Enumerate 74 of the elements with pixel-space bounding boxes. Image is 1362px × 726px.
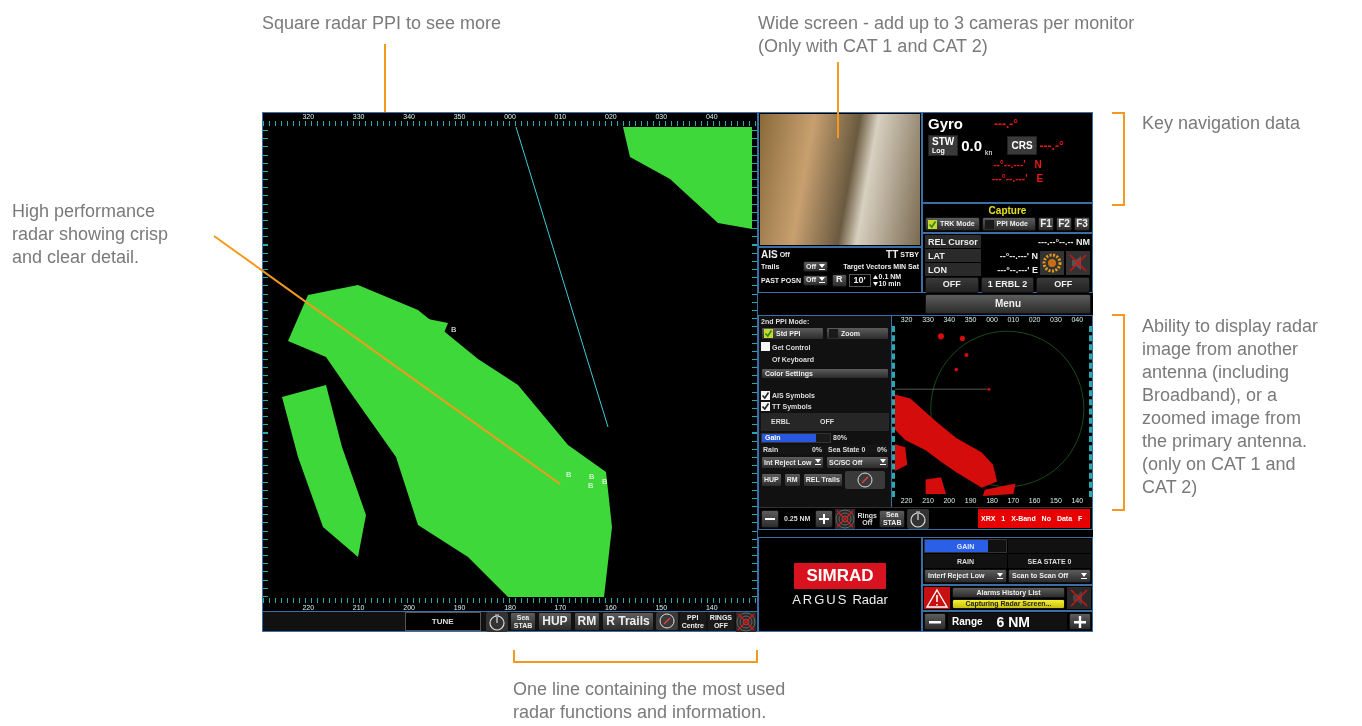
product-name: ARGUS [792, 591, 849, 607]
erbl-button[interactable]: OFF [925, 277, 979, 293]
target-label: B [588, 481, 594, 490]
caret-icon [1081, 573, 1087, 579]
range-down-button[interactable] [924, 613, 946, 630]
callout-text: Key navigation data [1142, 112, 1301, 135]
caret-icon [997, 573, 1003, 579]
ais-title: AIS [761, 249, 778, 260]
zoom-in-button[interactable] [815, 509, 834, 528]
leader-line [384, 43, 386, 113]
crossed-rings-icon[interactable] [835, 508, 856, 529]
zoom-out-button[interactable] [761, 509, 779, 528]
callout-text: Wide screen - add up to 3 cameras per monitor (Only with CAT 1 and CAT 2) [758, 12, 1135, 58]
mode-button[interactable]: HUP [538, 612, 572, 631]
down-arrow-icon[interactable] [872, 281, 878, 286]
stw-value: 0.0 [961, 137, 983, 154]
capture-title: Capture [988, 205, 1027, 216]
longitude-hemisphere: E [1036, 173, 1044, 184]
cursor-label[interactable]: REL Cursor [925, 235, 981, 248]
target-label: B [566, 470, 572, 479]
function-key[interactable]: F2 [1056, 217, 1072, 231]
crs-value: ---.-° [1039, 138, 1064, 153]
callout-text: One line containing the most used radar functions and information. [513, 678, 786, 724]
gauge-icon[interactable] [655, 612, 678, 630]
caret-icon [815, 459, 821, 466]
erbl-button[interactable]: OFF [1036, 277, 1090, 293]
crs-button[interactable]: CRS [1007, 136, 1037, 155]
mode-button[interactable]: R Trails [602, 612, 654, 631]
callout-text: Square radar PPI to see more [262, 12, 502, 35]
brand-logo: SIMRAD [794, 562, 886, 589]
heading-label: Gyro [928, 115, 963, 132]
longitude-label[interactable]: LON [925, 263, 981, 276]
menu-button[interactable]: Menu [925, 294, 1091, 314]
range-up-button[interactable] [1069, 613, 1091, 630]
caret-icon [880, 459, 886, 466]
up-arrow-icon[interactable] [872, 274, 878, 279]
crossed-rings-icon[interactable] [736, 612, 756, 632]
callout-text: High performance radar showing crisp and clear detail. [12, 200, 169, 269]
function-key[interactable]: F3 [1074, 217, 1090, 231]
longitude-value: ---°--.---' [991, 173, 1028, 184]
checkbox[interactable] [761, 390, 770, 400]
gear-icon[interactable] [1040, 250, 1064, 275]
latitude-hemisphere: N [1034, 159, 1042, 170]
longitude-value: ---°--.---' E [996, 264, 1038, 275]
callout-text: Ability to display radar image from another antenna (including Broadband), or a zoomed image from the primary antenna. (only on CAT 1 and CAT 2) [1142, 315, 1319, 499]
target-label: B [589, 472, 595, 481]
checkbox[interactable] [761, 401, 770, 411]
dial-icon[interactable] [485, 612, 508, 632]
warning-icon[interactable] [924, 587, 950, 609]
dial-icon[interactable] [907, 508, 930, 529]
erbl-button[interactable]: 1 ERBL 2 [980, 277, 1035, 293]
mode-button[interactable]: RM [573, 612, 601, 631]
latitude-label[interactable]: LAT [925, 249, 981, 262]
checkbox[interactable] [761, 342, 770, 351]
gauge-icon[interactable] [844, 470, 885, 489]
tune-field[interactable]: TUNE [404, 612, 481, 631]
latitude-value: --°--.---' [993, 159, 1026, 170]
caret-icon [819, 263, 826, 270]
product-suffix: Radar [852, 591, 888, 607]
heading-value: ---.-° [994, 116, 1019, 131]
vector-time-field[interactable]: 10' [848, 273, 871, 287]
cursor-value: ---.--°--.-- NM [1036, 236, 1090, 247]
plus-icon [819, 513, 830, 524]
function-key[interactable]: F1 [1038, 217, 1054, 231]
range-value: 6 NM [996, 613, 1030, 630]
target-label: B [451, 325, 457, 334]
vector-mode-button[interactable]: R [832, 273, 847, 287]
caret-icon [819, 277, 826, 283]
muted-speaker-icon[interactable] [1066, 250, 1090, 275]
target-label: B [602, 477, 608, 486]
range-label: Range [952, 616, 983, 627]
latitude-value: --°--.---' N [998, 250, 1038, 261]
plus-icon [1074, 615, 1086, 628]
tt-title: TT [886, 249, 899, 260]
